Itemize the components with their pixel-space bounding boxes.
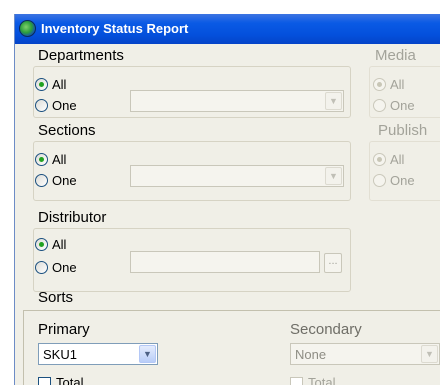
sorts-panel: Primary SKU1 ▼ Total Secondary None ▼ To… (23, 310, 440, 385)
secondary-total-checkbox[interactable] (290, 377, 303, 385)
primary-sort-label: Primary (38, 321, 90, 338)
report-window: Inventory Status Report Departments All … (14, 14, 440, 385)
departments-select[interactable]: ▼ (130, 90, 344, 112)
primary-total-checkbox[interactable] (38, 377, 51, 385)
chevron-down-icon[interactable]: ▼ (139, 345, 156, 363)
sections-label: Sections (38, 122, 96, 139)
radio-checked-icon (373, 78, 386, 91)
radio-checked-icon (35, 153, 48, 166)
secondary-total-label: Total (308, 375, 336, 385)
departments-label: Departments (38, 47, 124, 64)
distributor-browse-button[interactable]: ... (324, 253, 342, 273)
radio-unchecked-icon (35, 99, 48, 112)
sorts-label: Sorts (38, 289, 74, 306)
chevron-down-icon[interactable]: ▼ (325, 167, 342, 185)
radio-unchecked-icon (373, 174, 386, 187)
sections-group: All One ▼ (33, 141, 351, 201)
media-group: All One (369, 66, 440, 118)
sections-select[interactable]: ▼ (130, 165, 344, 187)
radio-unchecked-icon (35, 174, 48, 187)
primary-total-label: Total (56, 375, 84, 385)
radio-checked-icon (373, 153, 386, 166)
app-globe-icon (19, 20, 36, 37)
distributor-input[interactable] (130, 251, 320, 273)
radio-checked-icon (35, 78, 48, 91)
distributor-group: All One ... (33, 228, 351, 292)
title-bar[interactable]: Inventory Status Report (15, 14, 440, 44)
publisher-label: Publish (378, 122, 428, 139)
chevron-down-icon[interactable]: ▼ (421, 345, 438, 363)
secondary-sort-select[interactable]: None ▼ (290, 343, 440, 365)
radio-unchecked-icon (35, 261, 48, 274)
radio-checked-icon (35, 238, 48, 251)
departments-group: All One ▼ (33, 66, 351, 118)
secondary-sort-label: Secondary (290, 321, 362, 338)
radio-unchecked-icon (373, 99, 386, 112)
primary-sort-select[interactable]: SKU1 ▼ (38, 343, 158, 365)
window-title: Inventory Status Report (41, 21, 189, 36)
distributor-label: Distributor (38, 209, 107, 226)
publisher-group: All One (369, 141, 440, 201)
media-label: Media (375, 47, 416, 64)
chevron-down-icon[interactable]: ▼ (325, 92, 342, 110)
